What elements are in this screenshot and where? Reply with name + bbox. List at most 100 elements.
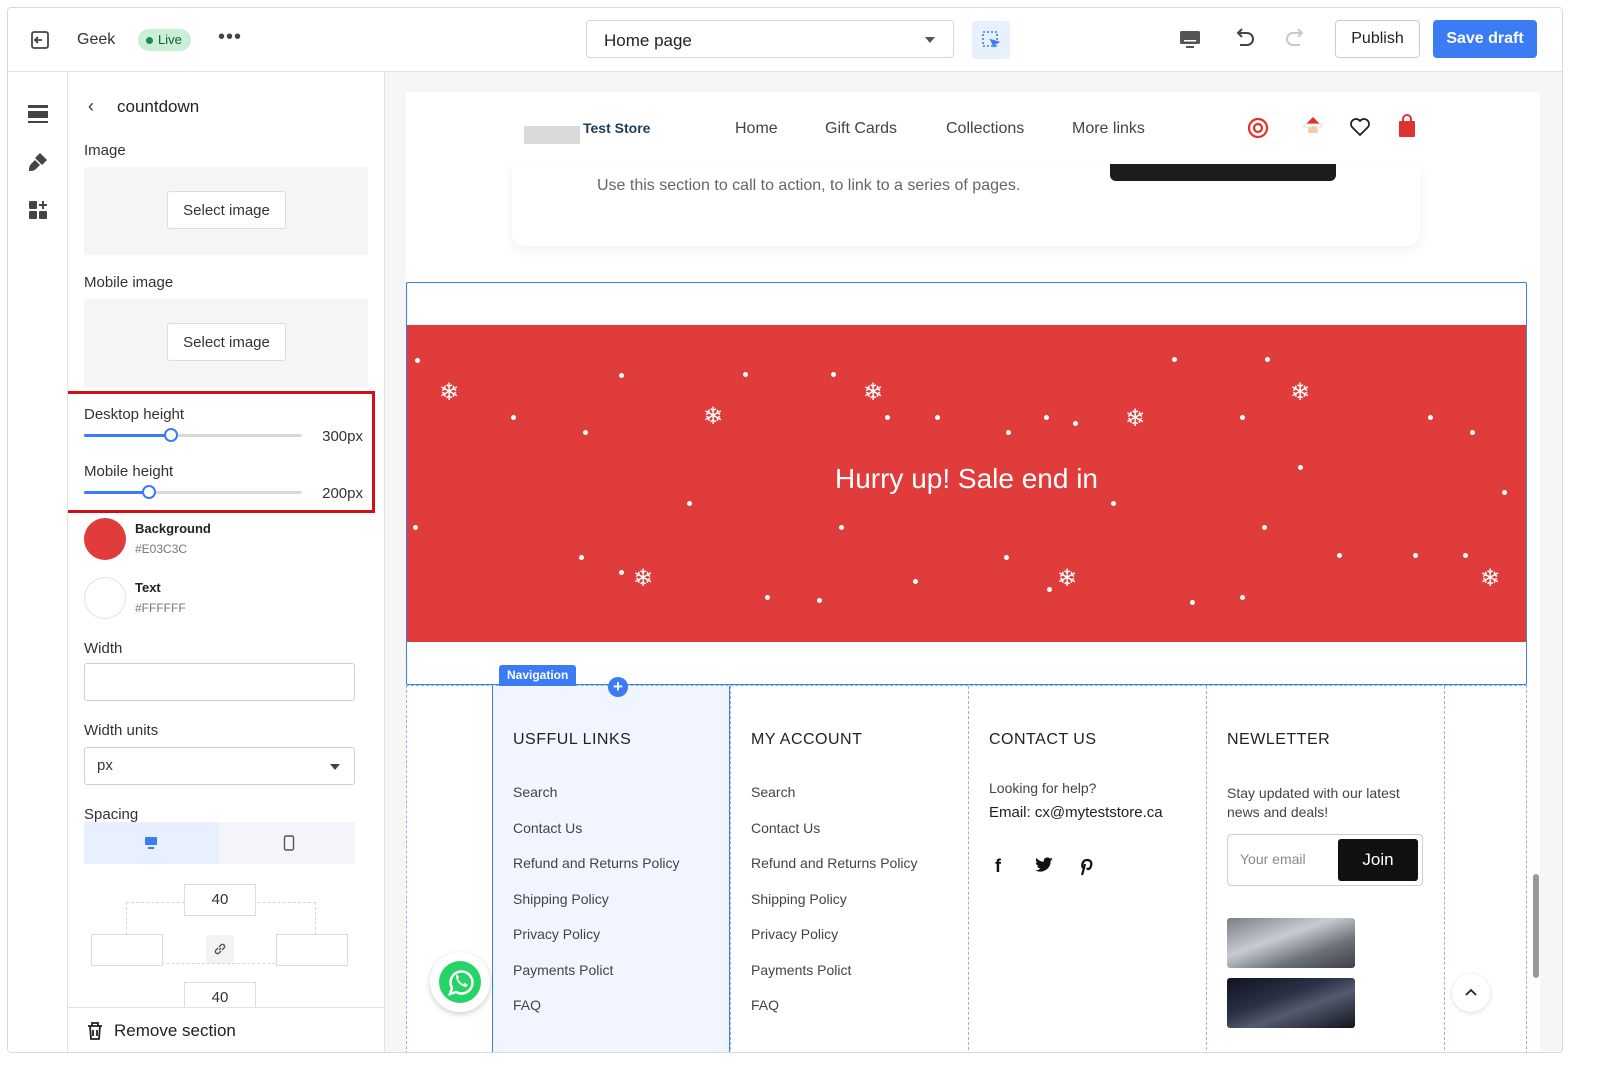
newsletter-email-input[interactable]: Your email: [1240, 851, 1306, 867]
heart-icon[interactable]: [1349, 117, 1371, 137]
store-name: Geek: [77, 31, 116, 48]
text-color-hex: #FFFFFF: [135, 601, 186, 615]
store-logo[interactable]: [524, 126, 580, 144]
slider-handle[interactable]: [142, 485, 156, 499]
snow-dot: [583, 430, 588, 435]
footer-link[interactable]: FAQ: [513, 997, 541, 1013]
preview-scrollbar[interactable]: [1533, 874, 1539, 978]
back-to-top-button[interactable]: [1452, 974, 1490, 1012]
car-image[interactable]: [1227, 978, 1355, 1028]
snow-dot: [1337, 553, 1342, 558]
footer-link[interactable]: Refund and Returns Policy: [513, 855, 680, 871]
snow-dot: [687, 501, 692, 506]
snow-dot: [1262, 525, 1267, 530]
footer-link[interactable]: Contact Us: [751, 820, 820, 836]
footer-link[interactable]: Contact Us: [513, 820, 582, 836]
remove-section-button[interactable]: Remove section: [68, 1007, 384, 1052]
footer-link[interactable]: Privacy Policy: [751, 926, 838, 942]
add-section-icon[interactable]: +: [608, 677, 628, 697]
publish-button[interactable]: Publish: [1335, 20, 1420, 58]
footer-link[interactable]: Refund and Returns Policy: [751, 855, 918, 871]
more-options-icon[interactable]: •••: [218, 26, 242, 49]
store-logo-text[interactable]: Test Store: [583, 120, 650, 136]
top-bar: Geek Live ••• Home page Publish Save dra…: [8, 8, 1562, 72]
navigation-section-tag[interactable]: Navigation: [499, 665, 577, 686]
shopping-bag-icon[interactable]: [1397, 114, 1417, 138]
text-color-swatch[interactable]: [84, 577, 126, 619]
footer-heading: CONTACT US: [989, 731, 1097, 748]
snow-dot: [1463, 553, 1468, 558]
desktop-icon[interactable]: [1178, 28, 1202, 52]
snow-dot: [1006, 430, 1011, 435]
footer-link[interactable]: Payments Polict: [751, 962, 851, 978]
exit-icon[interactable]: [28, 28, 52, 52]
background-color-swatch[interactable]: [84, 518, 126, 560]
facebook-icon[interactable]: f: [995, 856, 1001, 877]
footer-column-my-account: MY ACCOUNT Search Contact Us Refund and …: [730, 686, 968, 1052]
snow-dot: [1240, 595, 1245, 600]
footer-link[interactable]: Search: [751, 784, 795, 800]
footer-heading: USFFUL LINKS: [513, 731, 632, 748]
footer-link[interactable]: Payments Polict: [513, 962, 613, 978]
nav-gift-cards[interactable]: Gift Cards: [825, 120, 897, 138]
nav-more-links[interactable]: More links: [1072, 120, 1145, 138]
select-image-button[interactable]: Select image: [167, 191, 286, 229]
snow-dot: [1172, 357, 1177, 362]
redo-icon[interactable]: [1283, 26, 1309, 52]
santa-icon[interactable]: [1300, 114, 1326, 140]
width-label: Width: [84, 640, 123, 657]
countdown-banner[interactable]: Hurry up! Sale end in ❄ ❄ ❄ ❄ ❄ ❄ ❄ ❄: [407, 325, 1526, 642]
mobile-height-slider[interactable]: [84, 485, 302, 499]
theme-brush-icon[interactable]: [26, 150, 50, 174]
sections-icon[interactable]: [26, 102, 50, 126]
footer-link[interactable]: Privacy Policy: [513, 926, 600, 942]
snow-dot: [839, 525, 844, 530]
tab-desktop-spacing[interactable]: [84, 822, 219, 864]
select-cursor-icon: [982, 31, 1001, 49]
select-element-button[interactable]: [972, 21, 1010, 59]
cta-button[interactable]: [1110, 164, 1336, 181]
link-spacing-button[interactable]: [206, 935, 234, 963]
undo-icon[interactable]: [1231, 26, 1257, 52]
twitter-icon[interactable]: [1034, 856, 1054, 874]
join-button[interactable]: Join: [1338, 839, 1418, 881]
snowflake-icon: ❄: [439, 379, 460, 406]
spacing-left-input[interactable]: [91, 934, 163, 966]
width-input[interactable]: [84, 663, 355, 701]
whatsapp-button[interactable]: [430, 952, 490, 1012]
target-icon[interactable]: [1246, 116, 1270, 140]
snow-dot: [415, 358, 420, 363]
snow-dot: [1044, 415, 1049, 420]
width-units-select[interactable]: px: [84, 747, 355, 785]
car-image[interactable]: [1227, 918, 1355, 968]
mobile-icon: [283, 835, 295, 851]
snow-dot: [511, 415, 516, 420]
apps-icon[interactable]: [26, 198, 50, 222]
slider-handle[interactable]: [164, 428, 178, 442]
footer-column-contact: CONTACT US Looking for help? Email: cx@m…: [968, 686, 1206, 1052]
mobile-image-picker: Select image: [84, 299, 368, 387]
footer-link[interactable]: Shipping Policy: [751, 891, 847, 907]
back-chevron-icon[interactable]: ‹: [88, 96, 94, 117]
snowflake-icon: ❄: [633, 565, 654, 592]
select-mobile-image-button[interactable]: Select image: [167, 323, 286, 361]
snow-dot: [1190, 600, 1195, 605]
nav-collections[interactable]: Collections: [946, 120, 1024, 138]
footer-link[interactable]: Search: [513, 784, 557, 800]
nav-home[interactable]: Home: [735, 120, 778, 138]
footer-link[interactable]: FAQ: [751, 997, 779, 1013]
tab-mobile-spacing[interactable]: [220, 822, 355, 864]
page-selector[interactable]: Home page: [586, 20, 954, 58]
snow-dot: [935, 415, 940, 420]
footer-link[interactable]: Shipping Policy: [513, 891, 609, 907]
snow-dot: [1111, 501, 1116, 506]
spacing-label: Spacing: [84, 806, 139, 823]
contact-email[interactable]: Email: cx@myteststore.ca: [989, 804, 1163, 821]
spacing-top-input[interactable]: 40: [184, 884, 256, 916]
pinterest-icon[interactable]: [1079, 856, 1095, 876]
spacing-right-input[interactable]: [276, 934, 348, 966]
newsletter-form: Your email Join: [1227, 834, 1423, 886]
save-draft-button[interactable]: Save draft: [1433, 20, 1537, 58]
desktop-height-slider[interactable]: [84, 428, 302, 442]
editor-window: Geek Live ••• Home page Publish Save dra…: [7, 7, 1563, 1053]
